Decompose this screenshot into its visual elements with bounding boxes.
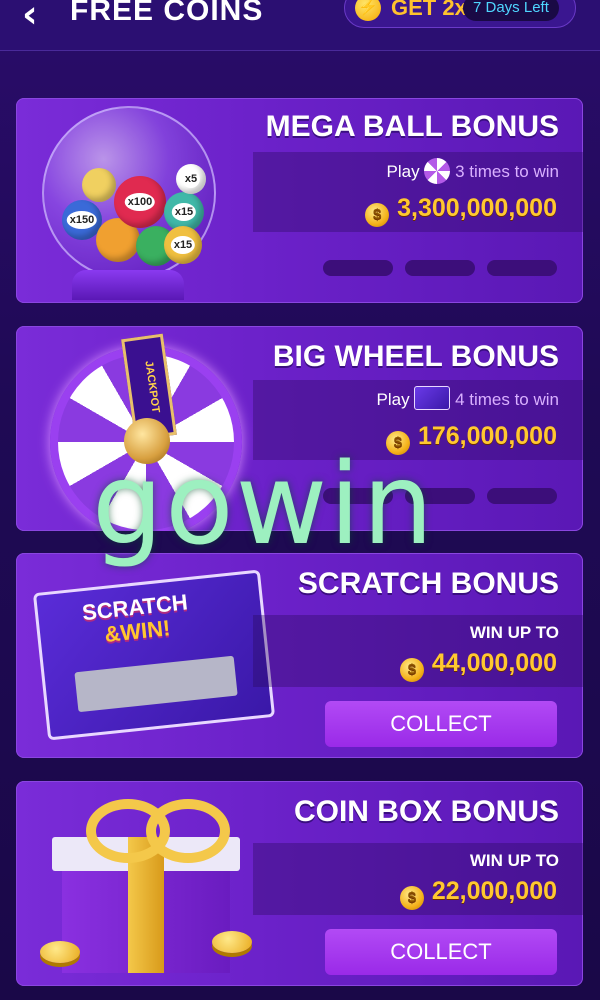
reward-amount: $44,000,000 <box>399 649 557 682</box>
scratch-bonus-card[interactable]: SCRATCH &WIN! SCRATCH BONUS WIN UP TO $44… <box>16 553 583 758</box>
reward-amount: $176,000,000 <box>385 422 557 455</box>
big-wheel-bonus-card[interactable]: JACKPOT BIG WHEEL BONUS Play 4 times to … <box>16 326 583 531</box>
page-title: FREE COINS <box>70 0 264 27</box>
card-title: MEGA BALL BONUS <box>265 110 559 143</box>
progress-dot <box>405 260 475 276</box>
lottery-globe-icon: x150 x100 x15 x15 x5 <box>42 106 216 280</box>
lottery-ball <box>82 168 116 202</box>
scratch-ticket-icon: SCRATCH &WIN! <box>32 569 276 741</box>
progress-dot <box>487 260 557 276</box>
progress-dot <box>405 488 475 504</box>
gift-bow-right <box>146 799 230 863</box>
play-requirement: Play 3 times to win <box>387 158 559 184</box>
win-up-to-label: WIN UP TO <box>469 851 559 870</box>
collect-button[interactable]: COLLECT <box>325 701 557 747</box>
wheel-hub <box>124 418 170 464</box>
scratch-ticket-text: SCRATCH &WIN! <box>80 589 189 647</box>
globe-stand <box>72 270 184 300</box>
collect-button[interactable]: COLLECT <box>325 929 557 975</box>
card-title: COIN BOX BONUS <box>293 795 559 828</box>
lightning-bolt-icon: ⚡ <box>355 0 381 21</box>
card-title: SCRATCH BONUS <box>297 567 559 600</box>
coin-stack-icon <box>40 941 80 963</box>
play-requirement: Play 4 times to win <box>377 386 559 410</box>
play-prefix: Play <box>376 390 410 409</box>
card-title: BIG WHEEL BONUS <box>272 340 559 373</box>
progress-dot <box>487 488 557 504</box>
win-up-to-label: WIN UP TO <box>469 623 559 642</box>
play-count: 3 times to win <box>455 162 559 181</box>
reward-amount: $3,300,000,000 <box>365 194 557 227</box>
reward-amount: $22,000,000 <box>399 877 557 910</box>
coin-icon: $ <box>385 431 410 455</box>
progress-dot <box>323 260 393 276</box>
progress-dot <box>323 488 393 504</box>
progress-dots <box>323 260 559 278</box>
mega-ball-bonus-card[interactable]: x150 x100 x15 x15 x5 MEGA BALL BONUS Pla… <box>16 98 583 303</box>
wheel-mini-icon <box>424 158 451 184</box>
top-bar: ‹ FREE COINS ⚡ GET 2x 7 Days Left <box>0 0 600 51</box>
play-prefix: Play <box>386 162 420 181</box>
lottery-ball: x100 <box>114 176 166 228</box>
play-count: 4 times to win <box>455 390 559 409</box>
coin-stack-icon <box>212 931 252 953</box>
coin-icon: $ <box>399 886 424 910</box>
double-coins-boost[interactable]: ⚡ GET 2x 7 Days Left <box>344 0 576 28</box>
days-left-badge: 7 Days Left <box>463 0 559 21</box>
coin-box-bonus-card[interactable]: COIN BOX BONUS WIN UP TO $22,000,000 COL… <box>16 781 583 986</box>
back-arrow-icon[interactable]: ‹ <box>22 0 38 36</box>
coin-icon: $ <box>399 658 424 682</box>
lottery-ball: x15 <box>164 226 202 264</box>
lottery-ball: x5 <box>176 164 206 194</box>
boost-label: GET 2x <box>391 0 467 20</box>
scratch-area <box>74 655 238 713</box>
scratch-ticket-mini-icon <box>414 386 451 410</box>
progress-dots <box>323 488 559 506</box>
coin-icon: $ <box>365 203 390 227</box>
